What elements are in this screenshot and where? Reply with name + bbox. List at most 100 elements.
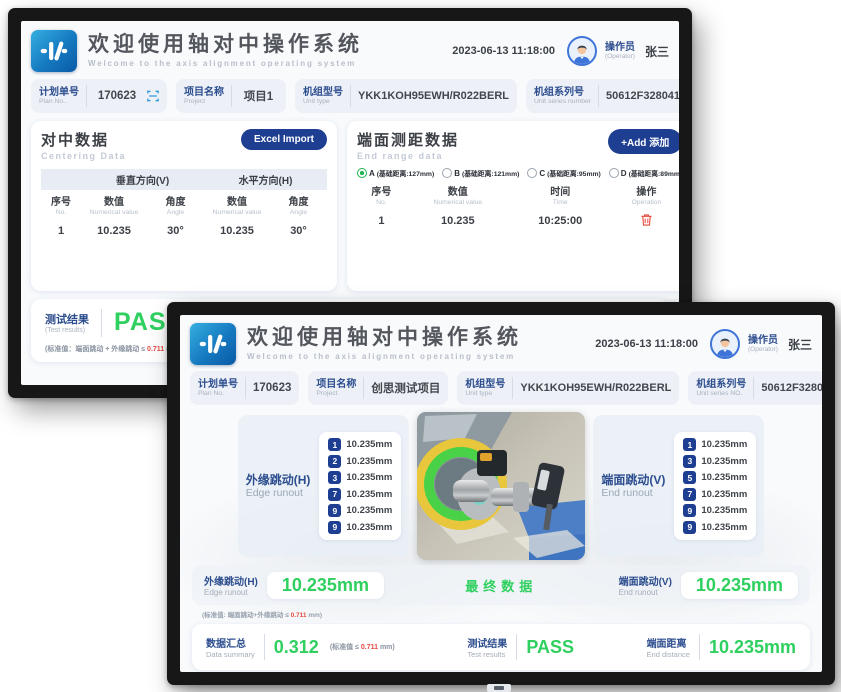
radio-c-label: C (539, 169, 545, 178)
col-header-v-angle-en: Angle (147, 209, 204, 216)
radio-option-a[interactable]: A (基础距离:127mm) (357, 168, 434, 178)
page-subtitle: Welcome to the axis alignment operating … (247, 352, 522, 361)
plan-no-sublabel: Plan No. (198, 390, 238, 397)
divider (245, 377, 246, 399)
centering-data-card: 对中数据 Centering Data Excel Import 垂直方向(V)… (31, 121, 337, 291)
end-runout-panel: 端面跳动(V) End runout 110.235mm 310.235mm 5… (593, 415, 764, 557)
list-item: 910.235mm (328, 504, 392, 517)
divider (264, 634, 265, 660)
item-value: 10.235mm (701, 472, 747, 483)
trash-icon[interactable] (640, 213, 653, 227)
item-value: 10.235mm (346, 456, 392, 467)
data-summary-note-prefix: (标准值 ≤ (330, 644, 361, 651)
item-number-badge: 1 (683, 438, 696, 451)
test-results-label: 测试结果 (467, 635, 507, 650)
col-header-operation-zh: 操作 (611, 183, 679, 198)
project-label-block: 项目名称 Project (316, 379, 356, 397)
unit-series-field[interactable]: 机组系列号 Unit series NO. 50612F32804193 (688, 371, 822, 405)
divider (363, 377, 364, 399)
unit-type-label: 机组型号 (303, 87, 343, 98)
plan-no-field[interactable]: 计划单号 Plan No. 170623 (190, 371, 299, 405)
divider (86, 85, 87, 107)
col-header-v-value-en: Numerical value (81, 209, 147, 216)
radio-option-b[interactable]: B (基础距离:121mm) (442, 168, 519, 178)
radio-option-c[interactable]: C (基础距离:95mm) (527, 168, 600, 178)
project-field[interactable]: 项目名称 Project 项目1 (176, 79, 286, 113)
standard-note-value: 0.711 (147, 346, 164, 353)
project-field[interactable]: 项目名称 Project 创思测试项目 (308, 371, 448, 405)
test-results-label-block: 测试结果 (Test results) (45, 311, 89, 334)
test-results-value: PASS (526, 637, 574, 658)
col-header-h-value-en: Numerical value (204, 209, 270, 216)
item-value: 10.235mm (346, 489, 392, 500)
end-distance-group: 端面距离 End distance 10.235mm (647, 634, 796, 660)
item-number-badge: 9 (683, 521, 696, 534)
radio-selected-icon (357, 168, 367, 178)
row-h-value: 10.235 (204, 218, 270, 244)
project-value[interactable]: 项目1 (239, 88, 278, 104)
end-range-data-card: 端面测距数据 End range data +Add 添加 A (基础距离:12… (347, 121, 679, 291)
divider (753, 377, 754, 399)
brand-logo-glyph (38, 37, 70, 65)
plan-no-field[interactable]: 计划单号 Plan No.. 170623 (31, 79, 167, 113)
row-time: 10:25:00 (510, 208, 611, 234)
unit-type-field[interactable]: 机组型号 Unit type YKK1KOH95EWH/R022BERL (295, 79, 517, 113)
operator-label-block: 操作员 (Operator) (605, 42, 635, 60)
edge-runout-sublabel: Edge runout (246, 487, 311, 500)
page-title: 欢迎使用轴对中操作系统 (247, 326, 522, 350)
unit-type-label: 机组型号 (465, 379, 505, 390)
edge-runout-panel: 外缘跳动(H) Edge runout 110.235mm 210.235mm … (238, 415, 410, 557)
unit-type-value[interactable]: YKK1KOH95EWH/R022BERL (358, 90, 509, 102)
list-item: 310.235mm (683, 455, 747, 468)
unit-type-field[interactable]: 机组型号 Unit type YKK1KOH95EWH/R022BERL (457, 371, 679, 405)
radio-option-d[interactable]: D (基础距离:89mm) (609, 168, 679, 178)
standard-note-prefix: (标准值: 端面跳动+外缘跳动 ≤ (202, 612, 291, 619)
person-icon (714, 335, 736, 357)
project-value[interactable]: 创思测试项目 (371, 380, 440, 396)
item-value: 10.235mm (346, 472, 392, 483)
header: 欢迎使用轴对中操作系统 Welcome to the axis alignmen… (31, 27, 669, 75)
item-value: 10.235mm (346, 439, 392, 450)
col-header-operation-en: Operation (611, 199, 679, 206)
end-range-title-block: 端面测距数据 End range data (357, 129, 459, 161)
excel-import-button[interactable]: Excel Import (241, 129, 327, 150)
divider (350, 85, 351, 107)
project-label: 项目名称 (316, 379, 356, 390)
col-header-h-value-zh: 数值 (204, 193, 270, 208)
horizontal-group-header: 水平方向(H) (204, 169, 327, 190)
unit-series-value[interactable]: 50612F32804193 (606, 90, 679, 102)
add-button[interactable]: +Add 添加 (608, 129, 679, 154)
item-number-badge: 3 (683, 455, 696, 468)
end-distance-label: 端面距离 (647, 635, 690, 650)
monitor-brand-logo (487, 684, 511, 692)
list-item: 510.235mm (683, 471, 747, 484)
scan-icon[interactable] (147, 90, 159, 102)
data-summary-value: 0.312 (274, 637, 319, 658)
unit-series-label: 机组系列号 (534, 87, 591, 98)
radio-d-detail: (基础距离:89mm) (629, 168, 679, 178)
table-row: 1 10.235 10:25:00 (357, 208, 679, 234)
end-distance-sublabel: End distance (647, 650, 690, 659)
row-no: 1 (41, 218, 81, 244)
final-data-title: 最终数据 (393, 576, 610, 595)
unit-series-field[interactable]: 机组系列号 Unit series number 50612F32804193 (526, 79, 679, 113)
header: 欢迎使用轴对中操作系统 Welcome to the axis alignmen… (190, 321, 812, 367)
item-number-badge: 7 (683, 488, 696, 501)
item-number-badge: 3 (328, 471, 341, 484)
plan-no-value[interactable]: 170623 (94, 90, 140, 102)
person-icon (571, 42, 593, 64)
end-runout-sublabel: End runout (601, 487, 665, 500)
plan-no-value[interactable]: 170623 (253, 382, 291, 394)
operator-label: 操作员 (605, 42, 635, 53)
standard-note-prefix: (标准值：端面跳动 + 外缘跳动 ≤ (45, 346, 147, 353)
standard-note-value: 0.711 (291, 612, 307, 619)
operator-avatar[interactable] (567, 36, 597, 66)
unit-type-value[interactable]: YKK1KOH95EWH/R022BERL (520, 382, 671, 394)
row-v-angle: 30° (147, 218, 204, 244)
col-header-v-value-zh: 数值 (81, 193, 147, 208)
test-results-label-block: 测试结果 Test results (467, 635, 507, 659)
radio-a-label: A (369, 169, 375, 178)
operator-avatar[interactable] (710, 329, 740, 359)
list-item: 110.235mm (683, 438, 747, 451)
unit-series-value[interactable]: 50612F32804193 (761, 382, 822, 394)
